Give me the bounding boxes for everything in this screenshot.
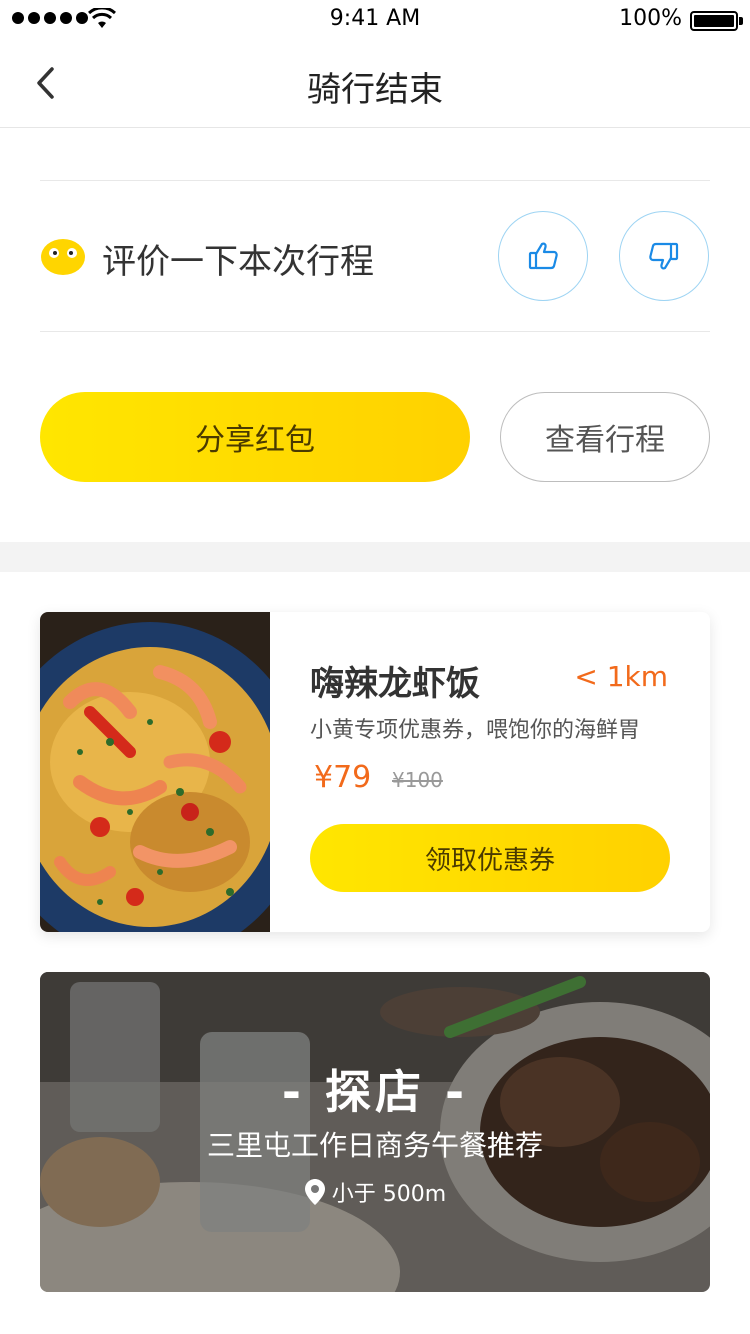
battery-tip [739, 17, 743, 25]
location-pin-icon [304, 1179, 325, 1205]
location-distance: 小于 500m [331, 1182, 447, 1207]
original-price: ¥100 [392, 768, 443, 792]
restaurant-name: 嗨辣龙虾饭 [310, 664, 480, 704]
banner-subtitle: 三里屯工作日商务午餐推荐 [206, 1129, 543, 1162]
page-title: 骑行结束 [307, 70, 443, 110]
nav-bar: 骑行结束 [0, 40, 750, 128]
coupon-description: 小黄专项优惠券，喂饱你的海鲜胃 [310, 718, 641, 743]
divider [40, 331, 710, 332]
battery-icon [690, 11, 738, 31]
coupon-card[interactable]: 嗨辣龙虾饭 < 1km 小黄专项优惠券，喂饱你的海鲜胃 ¥79 ¥100 领取优… [40, 612, 710, 932]
divider [40, 180, 710, 181]
banner-title: - 探店 - [281, 1065, 469, 1119]
food-image [40, 612, 270, 932]
share-red-packet-button[interactable]: 分享红包 [40, 392, 470, 482]
thumbs-down-icon [649, 242, 679, 270]
distance-label: < 1km [574, 660, 668, 693]
thumbs-up-button[interactable] [498, 211, 588, 301]
coupon-price: ¥79 [314, 760, 372, 795]
section-separator [0, 542, 750, 572]
status-bar: 9:41 AM 100% [0, 0, 750, 40]
thumbs-up-icon [528, 242, 558, 270]
view-trip-button[interactable]: 查看行程 [500, 392, 710, 482]
mascot-icon [41, 239, 85, 275]
banner-location: 小于 500m [40, 1176, 710, 1208]
explore-banner[interactable]: - 探店 - 三里屯工作日商务午餐推荐 小于 500m [40, 972, 710, 1292]
battery-percent: 100% [619, 6, 682, 31]
rating-prompt: 评价一下本次行程 [102, 242, 374, 282]
claim-coupon-button[interactable]: 领取优惠券 [310, 824, 670, 892]
thumbs-down-button[interactable] [619, 211, 709, 301]
